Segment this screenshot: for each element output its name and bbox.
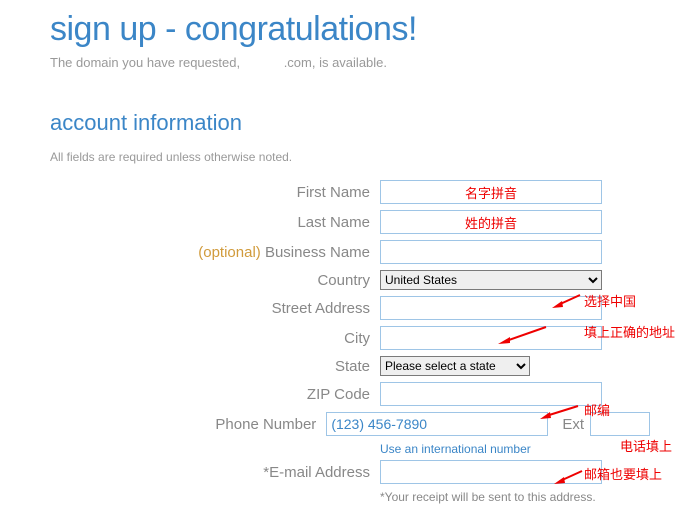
label-email: *E-mail Address: [50, 464, 380, 481]
avail-prefix: The domain you have requested,: [50, 55, 244, 70]
annotation-email: 邮箱也要填上: [584, 464, 662, 483]
label-ext: Ext: [562, 416, 584, 433]
domain-masked: [244, 56, 284, 69]
street-input[interactable]: [380, 296, 602, 320]
email-input[interactable]: [380, 460, 602, 484]
annotation-phone: 电话填上: [620, 436, 672, 455]
label-city: City: [50, 330, 380, 347]
label-street: Street Address: [50, 300, 380, 317]
state-select[interactable]: Please select a state: [380, 356, 530, 376]
first-name-input[interactable]: [380, 180, 602, 204]
phone-input[interactable]: [326, 412, 548, 436]
label-phone: Phone Number: [50, 416, 326, 433]
country-select[interactable]: United States: [380, 270, 602, 290]
intl-phone-link[interactable]: Use an international number: [380, 442, 650, 456]
page-title: sign up - congratulations!: [50, 10, 650, 49]
avail-suffix: .com, is available.: [284, 55, 387, 70]
label-zip: ZIP Code: [50, 386, 380, 403]
required-note: All fields are required unless otherwise…: [50, 150, 650, 164]
label-state: State: [50, 358, 380, 375]
domain-availability: The domain you have requested, .com, is …: [50, 55, 650, 70]
annotation-country: 选择中国: [584, 291, 636, 310]
last-name-input[interactable]: [380, 210, 602, 234]
label-business-name: (optional) Business Name: [50, 244, 380, 261]
annotation-zip: 邮编: [584, 400, 610, 419]
zip-input[interactable]: [380, 382, 602, 406]
city-input[interactable]: [380, 326, 602, 350]
label-business-name-text: Business Name: [265, 244, 370, 261]
optional-tag: (optional): [198, 244, 265, 261]
business-name-input[interactable]: [380, 240, 602, 264]
label-last-name: Last Name: [50, 214, 380, 231]
email-receipt-note: *Your receipt will be sent to this addre…: [380, 490, 650, 504]
label-country: Country: [50, 272, 380, 289]
section-title: account information: [50, 110, 650, 136]
annotation-street: 填上正确的地址: [584, 322, 675, 341]
label-first-name: First Name: [50, 184, 380, 201]
